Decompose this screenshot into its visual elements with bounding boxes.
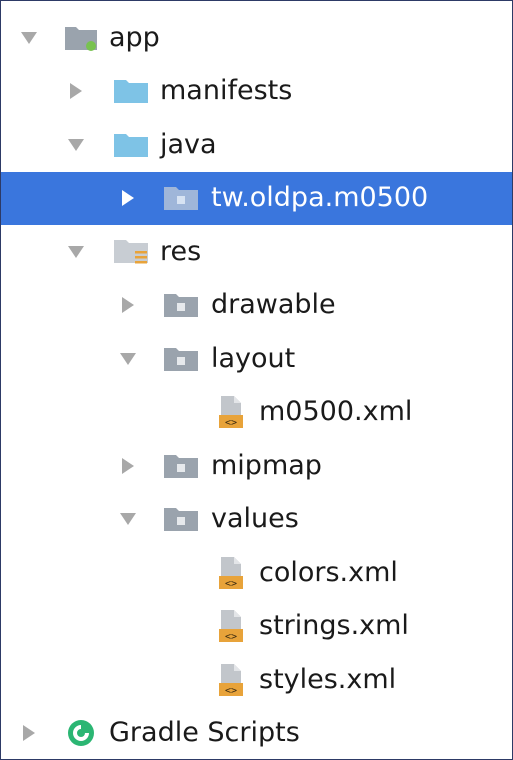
tree-item-label: values [211, 503, 299, 535]
project-panel: app manifests java tw.oldpa.m0500 res dr… [0, 0, 513, 760]
tree-item-label: strings.xml [259, 610, 409, 642]
chevron-down-icon[interactable] [18, 27, 40, 49]
tree-item-label: m0500.xml [259, 396, 413, 428]
chevron-right-icon[interactable] [65, 80, 87, 102]
package-folder-icon [163, 450, 199, 482]
tree-item-colors-xml[interactable]: <> colors.xml [1, 546, 512, 600]
tree-item-label: manifests [160, 75, 293, 107]
module-folder-icon [63, 22, 99, 54]
gradle-icon [63, 717, 99, 749]
tree-item-label: styles.xml [259, 663, 397, 695]
svg-text:<>: <> [225, 418, 237, 429]
svg-text:<>: <> [225, 578, 237, 589]
tree-item-java[interactable]: java [1, 118, 512, 172]
tree-item-label: mipmap [211, 449, 322, 481]
xml-file-icon: <> [213, 396, 249, 429]
package-folder-icon [163, 503, 199, 535]
tree-item-strings-xml[interactable]: <> strings.xml [1, 600, 512, 654]
folder-icon [113, 75, 149, 107]
chevron-down-icon[interactable] [117, 508, 139, 530]
tree-item-label: Gradle Scripts [109, 717, 300, 749]
chevron-down-icon[interactable] [65, 241, 87, 263]
tree-item-label: tw.oldpa.m0500 [211, 182, 429, 214]
tree-item-app[interactable]: app [1, 11, 512, 65]
package-folder-icon [163, 343, 199, 375]
chevron-right-icon[interactable] [117, 187, 139, 209]
chevron-down-icon[interactable] [65, 134, 87, 156]
package-folder-icon [163, 182, 199, 214]
tree-item-label: colors.xml [259, 556, 398, 588]
tree-item-m0500-xml[interactable]: <> m0500.xml [1, 386, 512, 440]
tree-item-label: drawable [211, 289, 336, 321]
xml-file-icon: <> [213, 610, 249, 643]
chevron-right-icon[interactable] [117, 455, 139, 477]
folder-icon [113, 129, 149, 161]
tree-item-res[interactable]: res [1, 225, 512, 279]
tree-item-manifests[interactable]: manifests [1, 65, 512, 119]
svg-text:<>: <> [225, 685, 237, 696]
tree-item-label: res [160, 235, 202, 267]
xml-file-icon: <> [213, 663, 249, 696]
tree-item-label: java [160, 128, 217, 160]
svg-text:<>: <> [225, 632, 237, 643]
tree-item-mipmap[interactable]: mipmap [1, 439, 512, 493]
xml-file-icon: <> [213, 556, 249, 589]
tree-item-layout[interactable]: layout [1, 332, 512, 386]
resource-folder-icon [113, 236, 149, 268]
tree-item-gradle-scripts[interactable]: Gradle Scripts [1, 707, 512, 760]
package-folder-icon [163, 289, 199, 321]
tree-item-tw-oldpa-m0500[interactable]: tw.oldpa.m0500 [1, 171, 512, 225]
tree-item-label: layout [211, 342, 296, 374]
tree-item-styles-xml[interactable]: <> styles.xml [1, 653, 512, 707]
project-tree: app manifests java tw.oldpa.m0500 res dr… [1, 11, 512, 760]
tree-item-label: app [109, 21, 160, 53]
tree-item-drawable[interactable]: drawable [1, 279, 512, 333]
tree-item-values[interactable]: values [1, 493, 512, 547]
chevron-right-icon[interactable] [18, 722, 40, 744]
chevron-right-icon[interactable] [117, 294, 139, 316]
chevron-down-icon[interactable] [117, 348, 139, 370]
